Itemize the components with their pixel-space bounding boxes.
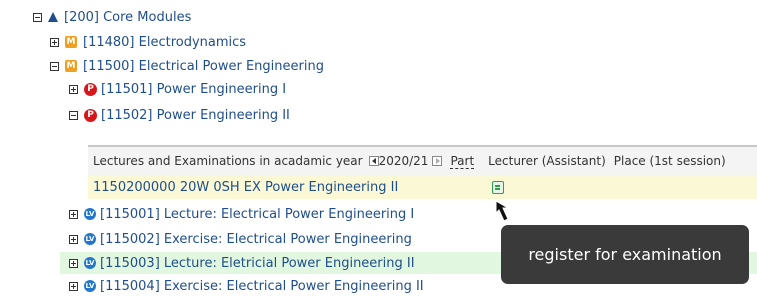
exam-title: 1150200000 20W 0SH EX Power Engineering … <box>93 179 399 195</box>
tree-row-core-modules: [200] Core Modules <box>33 7 191 27</box>
table-title: Lectures and Examinations in acadamic ye… <box>93 154 363 168</box>
tree-link-course[interactable]: [115001] Lecture: Electrical Power Engin… <box>100 207 414 222</box>
tree-link-power-engineering-2[interactable]: [11502] Power Engineering II <box>101 108 290 123</box>
course-badge-icon: LV <box>84 233 96 245</box>
expand-toggle[interactable] <box>69 209 78 219</box>
expand-toggle[interactable] <box>69 84 78 94</box>
column-part: Part <box>450 153 475 169</box>
module-badge-icon: M <box>65 36 77 48</box>
tree-row-course: LV [115004] Exercise: Electrical Power E… <box>69 276 424 296</box>
column-lecturer: Lecturer (Assistant) <box>488 154 606 168</box>
tree-row-course: LV [115003] Lecture: Eletricial Power En… <box>69 253 415 273</box>
register-tooltip: register for examination <box>501 225 749 284</box>
exam-table-header: Lectures and Examinations in acadamic ye… <box>88 147 757 175</box>
tree-link-electrodynamics[interactable]: [11480] Electrodynamics <box>83 35 246 50</box>
tree-row-electrical-power-engineering: M [11500] Electrical Power Engineering <box>50 56 324 76</box>
expand-toggle[interactable] <box>69 258 78 268</box>
course-badge-icon: LV <box>84 257 96 269</box>
tree-row-power-engineering-1: P [11501] Power Engineering I <box>69 79 286 99</box>
collapse-toggle[interactable] <box>33 12 42 22</box>
course-badge-icon: LV <box>84 208 96 220</box>
tree-link-course[interactable]: [115004] Exercise: Electrical Power Engi… <box>100 279 424 294</box>
year-label: 2020/21 <box>378 154 429 168</box>
register-exam-icon[interactable] <box>492 181 504 194</box>
collapse-toggle[interactable] <box>69 110 78 120</box>
module-group-icon <box>48 12 58 22</box>
exam-row: 1150200000 20W 0SH EX Power Engineering … <box>88 175 757 199</box>
tree-link-electrical-power-engineering[interactable]: [11500] Electrical Power Engineering <box>83 59 324 74</box>
tree-link-power-engineering-1[interactable]: [11501] Power Engineering I <box>101 82 286 97</box>
exam-badge-icon: P <box>84 82 97 96</box>
mouse-cursor-icon <box>495 200 510 222</box>
tree-link-core-modules[interactable]: [200] Core Modules <box>64 10 191 25</box>
course-badge-icon: LV <box>84 280 96 292</box>
year-selector: 2020/21 <box>368 154 443 168</box>
expand-toggle[interactable] <box>50 37 59 47</box>
collapse-toggle[interactable] <box>50 61 59 71</box>
tree-link-course[interactable]: [115003] Lecture: Eletricial Power Engin… <box>100 256 415 271</box>
tree-row-course: LV [115002] Exercise: Electrical Power E… <box>69 229 412 249</box>
tree-row-electrodynamics: M [11480] Electrodynamics <box>50 32 246 52</box>
expand-toggle[interactable] <box>69 281 78 291</box>
module-badge-icon: M <box>65 60 77 72</box>
exam-badge-icon: P <box>84 108 97 122</box>
previous-year-icon[interactable] <box>368 156 379 166</box>
tree-link-course[interactable]: [115002] Exercise: Electrical Power Engi… <box>100 232 412 247</box>
column-place: Place (1st session) <box>613 154 726 168</box>
next-year-icon[interactable] <box>432 156 443 166</box>
tree-row-power-engineering-2: P [11502] Power Engineering II <box>69 105 290 125</box>
tree-row-course: LV [115001] Lecture: Electrical Power En… <box>69 204 414 224</box>
expand-toggle[interactable] <box>69 234 78 244</box>
tooltip-text: register for examination <box>528 245 722 264</box>
